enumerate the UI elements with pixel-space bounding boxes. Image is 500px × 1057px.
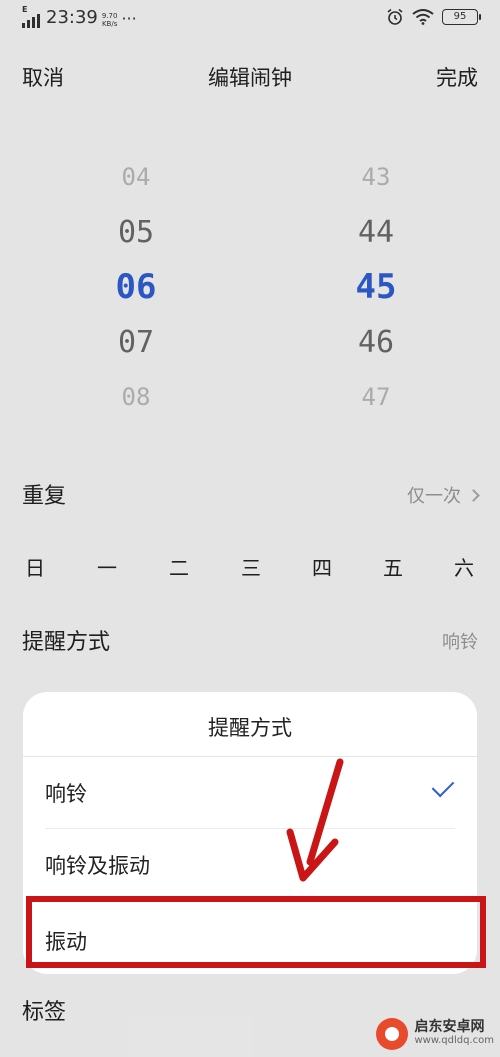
- divider: [45, 828, 455, 829]
- watermark-name: 启东安卓网: [414, 1019, 485, 1035]
- option-ring-and-vibrate[interactable]: 响铃及振动: [23, 830, 477, 898]
- highlight-box: [26, 896, 486, 968]
- watermark: 启东安卓网 www.qdldq.com: [376, 1018, 494, 1050]
- alarm-edit-screen: E 23:39 9.70 KB/s ··· 95 取消 编辑闹钟 完成 04 0…: [0, 0, 500, 1057]
- checkmark-icon: [431, 774, 455, 798]
- watermark-url: www.qdldq.com: [414, 1035, 494, 1046]
- divider: [23, 756, 477, 757]
- option-ring[interactable]: 响铃: [23, 758, 477, 826]
- sheet-title: 提醒方式: [208, 716, 292, 740]
- option-label: 响铃: [45, 782, 87, 806]
- watermark-logo-icon: [376, 1018, 409, 1050]
- option-label: 响铃及振动: [45, 854, 150, 878]
